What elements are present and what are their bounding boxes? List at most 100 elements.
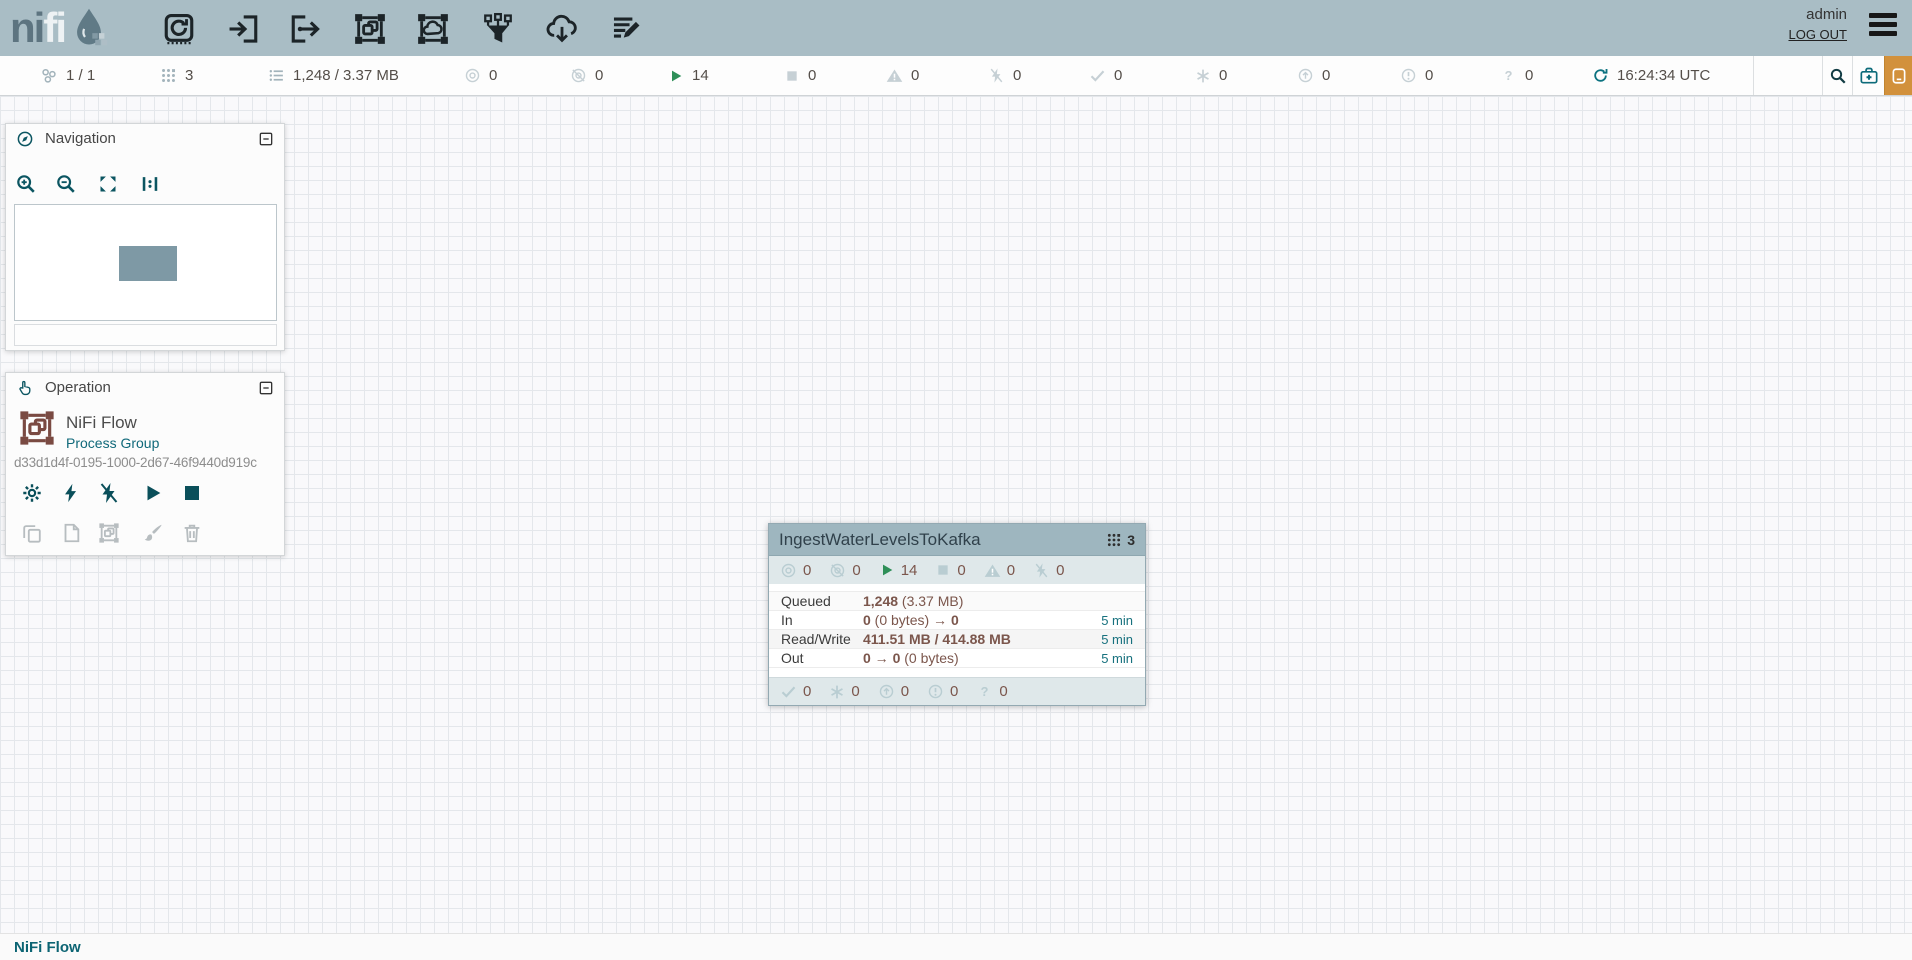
stat-invalid: 0 xyxy=(886,56,919,95)
process-group-icon xyxy=(18,409,56,447)
selected-component-type: Process Group xyxy=(66,435,159,451)
zoom-in-icon xyxy=(15,173,37,195)
selected-component-name: NiFi Flow xyxy=(66,413,137,433)
output-port-icon xyxy=(289,12,323,46)
birdseye-viewport-rect[interactable] xyxy=(119,246,177,281)
disable-button[interactable] xyxy=(97,481,121,505)
nifi-droplet-icon xyxy=(67,5,111,51)
breadcrumb-bar: NiFi Flow xyxy=(0,933,1912,960)
navigation-tools xyxy=(6,162,170,206)
delete-button[interactable] xyxy=(180,521,204,545)
flow-analysis-icon xyxy=(1859,66,1879,86)
navigation-panel-header[interactable]: Navigation xyxy=(6,124,284,153)
zoom-in-button[interactable] xyxy=(6,173,46,195)
stat-queued: 1,248 / 3.37 MB xyxy=(268,56,399,95)
flow-analysis-button[interactable] xyxy=(1852,56,1884,95)
stat-stale: 0 xyxy=(1297,56,1330,95)
stat-sync-failure: 0 xyxy=(1400,56,1433,95)
operation-panel-title: Operation xyxy=(45,379,258,396)
locally-modified-icon xyxy=(1195,68,1211,84)
cluster-icon xyxy=(40,67,58,85)
status-bar: 1 / 1 3 1,248 / 3.37 MB 0 0 14 0 0 0 0 0… xyxy=(0,56,1912,96)
process-group-header[interactable]: IngestWaterLevelsToKafka 3 xyxy=(769,524,1145,556)
bolt-icon xyxy=(60,482,82,504)
enable-button[interactable] xyxy=(59,481,83,505)
brush-icon xyxy=(142,522,164,544)
input-port-icon xyxy=(226,12,260,46)
start-button[interactable] xyxy=(141,481,165,505)
stat-unversioned: 0 xyxy=(1500,56,1533,95)
process-group-metrics: Queued 1,248 (3.37 MB) In 0 (0 bytes) → … xyxy=(769,584,1145,677)
running-icon xyxy=(668,68,684,84)
drag-process-group-button[interactable] xyxy=(351,10,389,48)
group-button[interactable] xyxy=(97,521,121,545)
disabled-icon xyxy=(988,67,1005,84)
birdseye-minimap[interactable] xyxy=(14,204,277,321)
change-color-button[interactable] xyxy=(141,521,165,545)
metric-row-out: Out 0 → 0 (0 bytes) 5 min xyxy=(769,648,1145,667)
nifi-application: nifi admin LOG OUT 1 / 1 3 1,248 / 3.37 … xyxy=(0,0,1912,960)
grid-icon xyxy=(1106,532,1122,548)
drag-label-button[interactable] xyxy=(607,10,645,48)
sync-failure-icon xyxy=(927,683,944,700)
collapse-operation-button[interactable] xyxy=(258,380,274,396)
stop-button[interactable] xyxy=(180,481,204,505)
paste-button[interactable] xyxy=(59,521,83,545)
metric-row-read-write: Read/Write 411.51 MB / 414.88 MB 5 min xyxy=(769,629,1145,648)
stat-not-transmitting: 0 xyxy=(570,56,603,95)
stat-transmitting: 0 xyxy=(464,56,497,95)
drag-funnel-button[interactable] xyxy=(479,10,517,48)
drag-processor-button[interactable] xyxy=(160,10,198,48)
invalid-icon xyxy=(984,562,1001,579)
up-to-date-icon xyxy=(780,683,797,700)
last-refresh[interactable]: 16:24:34 UTC xyxy=(1592,56,1710,95)
template-icon xyxy=(545,12,579,46)
locally-modified-icon xyxy=(829,684,845,700)
process-group-version-strip: 0 0 0 0 0 xyxy=(769,677,1145,705)
stopped-icon xyxy=(935,562,951,578)
drag-output-port-button[interactable] xyxy=(287,10,325,48)
logout-link[interactable]: LOG OUT xyxy=(1788,27,1847,42)
drag-remote-process-group-button[interactable] xyxy=(414,10,452,48)
hand-icon xyxy=(16,379,34,397)
process-group-icon xyxy=(353,12,387,46)
drag-input-port-button[interactable] xyxy=(224,10,262,48)
zoom-out-button[interactable] xyxy=(46,173,86,195)
fit-icon xyxy=(98,174,118,194)
up-to-date-icon xyxy=(1089,67,1106,84)
logo-text-ni: ni xyxy=(10,4,43,52)
bulletins-button[interactable] xyxy=(1884,56,1912,95)
compass-icon xyxy=(16,130,34,148)
invalid-icon xyxy=(886,67,903,84)
zoom-fit-button[interactable] xyxy=(86,174,130,194)
operation-actions-primary xyxy=(6,481,284,505)
process-group-component[interactable]: IngestWaterLevelsToKafka 3 0 0 14 0 0 0 … xyxy=(768,523,1146,706)
disabled-icon xyxy=(1033,562,1050,579)
copy-icon xyxy=(21,522,43,544)
metric-row-queued: Queued 1,248 (3.37 MB) xyxy=(769,591,1145,610)
not-transmitting-icon xyxy=(829,562,846,579)
trash-icon xyxy=(181,522,203,544)
drag-template-button[interactable] xyxy=(543,10,581,48)
bulletins-icon xyxy=(1890,67,1908,85)
actual-size-button[interactable] xyxy=(130,173,170,195)
sync-failure-icon xyxy=(1400,67,1417,84)
search-button[interactable] xyxy=(1822,56,1852,95)
operation-actions-secondary xyxy=(6,521,284,545)
flow-canvas[interactable]: IngestWaterLevelsToKafka 3 0 0 14 0 0 0 … xyxy=(0,96,1912,933)
copy-button[interactable] xyxy=(20,521,44,545)
operation-panel-header[interactable]: Operation xyxy=(6,373,284,402)
process-group-activity-strip: 0 0 14 0 0 0 xyxy=(769,556,1145,584)
transmitting-icon xyxy=(780,562,797,579)
configure-button[interactable] xyxy=(20,481,44,505)
not-transmitting-icon xyxy=(570,67,587,84)
stale-icon xyxy=(1297,67,1314,84)
collapse-icon xyxy=(258,380,274,396)
collapse-navigation-button[interactable] xyxy=(258,131,274,147)
breadcrumb-root[interactable]: NiFi Flow xyxy=(14,939,81,956)
global-menu-button[interactable] xyxy=(1869,13,1897,36)
zoom-out-icon xyxy=(55,173,77,195)
processor-icon xyxy=(162,12,196,46)
metric-row-in: In 0 (0 bytes) → 0 5 min xyxy=(769,610,1145,629)
play-icon xyxy=(142,482,164,504)
